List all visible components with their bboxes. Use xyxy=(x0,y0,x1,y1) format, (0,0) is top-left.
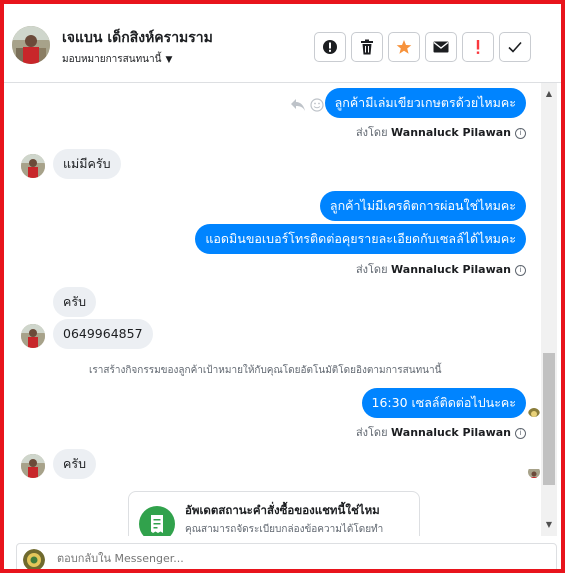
outgoing-message[interactable]: ลูกค้ามีเล่มเขียวเกษตรด้วยไหมคะ xyxy=(324,88,526,118)
email-button[interactable] xyxy=(425,32,457,62)
reply-icon[interactable] xyxy=(290,98,306,112)
scrollbar-thumb[interactable] xyxy=(543,353,555,485)
sender-name[interactable]: Wannaluck Pilawan xyxy=(391,126,511,139)
incoming-message[interactable]: ครับ xyxy=(53,449,97,479)
info-icon[interactable]: i xyxy=(515,264,526,276)
message-actions xyxy=(290,98,324,112)
star-icon xyxy=(396,40,412,54)
delete-button[interactable] xyxy=(351,32,383,62)
contact-avatar-small xyxy=(21,454,45,478)
page-avatar xyxy=(23,549,45,569)
scroll-down-arrow-icon[interactable]: ▼ xyxy=(541,516,557,532)
conversation-window: เจแบน เด็กสิงห์ครามราม มอบหมายการสนทนานี… xyxy=(0,0,565,573)
contact-avatar-small xyxy=(21,154,45,178)
conversation-header: เจแบน เด็กสิงห์ครามราม มอบหมายการสนทนานี… xyxy=(4,4,561,83)
outgoing-message[interactable]: 16:30 เซลล์ติดต่อไปนะคะ xyxy=(361,388,526,418)
outgoing-message[interactable]: แอดมินขอเบอร์โทรติดต่อคุยรายละเอียดกับเซ… xyxy=(195,224,526,254)
sender-name[interactable]: Wannaluck Pilawan xyxy=(391,263,511,276)
exclamation-circle-icon xyxy=(323,40,337,54)
sent-by-line: ส่งโดย Wannaluck Pilawan i xyxy=(356,123,526,141)
assign-conversation-dropdown[interactable]: มอบหมายการสนทนานี้ ▼ xyxy=(62,52,172,67)
info-icon[interactable]: i xyxy=(515,127,526,139)
mark-unread-button[interactable] xyxy=(314,32,346,62)
exclamation-icon xyxy=(476,40,480,54)
reply-input[interactable] xyxy=(57,544,537,569)
emoji-reaction-icon[interactable] xyxy=(310,98,324,112)
sent-by-line: ส่งโดย Wannaluck Pilawan i xyxy=(356,260,526,278)
receipt-icon xyxy=(139,506,175,536)
seen-indicator-avatar xyxy=(528,466,540,478)
sent-by-line: ส่งโดย Wannaluck Pilawan i xyxy=(356,423,526,441)
order-status-suggestion-card[interactable]: อัพเดตสถานะคำสั่งซื้อของแชทนี้ใช่ไหม คุณ… xyxy=(128,491,420,536)
scroll-up-arrow-icon[interactable]: ▲ xyxy=(541,85,557,101)
done-button[interactable] xyxy=(499,32,531,62)
incoming-message[interactable]: ครับ xyxy=(53,287,97,317)
incoming-message[interactable]: 0649964857 xyxy=(53,319,153,349)
sent-by-label: ส่งโดย xyxy=(355,263,388,276)
sent-by-label: ส่งโดย xyxy=(355,126,388,139)
spam-button[interactable] xyxy=(462,32,494,62)
reply-composer[interactable] xyxy=(16,543,557,569)
checkmark-icon xyxy=(508,41,522,53)
seen-indicator-avatar xyxy=(528,405,540,417)
contact-name[interactable]: เจแบน เด็กสิงห์ครามราม xyxy=(62,27,213,49)
caret-down-icon: ▼ xyxy=(165,55,173,65)
sender-name[interactable]: Wannaluck Pilawan xyxy=(391,426,511,439)
envelope-icon xyxy=(433,41,449,53)
sent-by-label: ส่งโดย xyxy=(355,426,388,439)
conversation-actions xyxy=(314,32,531,62)
message-feed[interactable]: ลูกค้ามีเล่มเขียวเกษตรด้วยไหมคะ ส่งโดย W… xyxy=(4,83,545,536)
trash-icon xyxy=(361,39,373,55)
incoming-message[interactable]: แม่มีครับ xyxy=(53,149,121,179)
contact-avatar-small xyxy=(21,324,45,348)
outgoing-message[interactable]: ลูกค้าไม่มีเครดิตการผ่อนใช่ไหมคะ xyxy=(319,191,526,221)
card-title: อัพเดตสถานะคำสั่งซื้อของแชทนี้ใช่ไหม xyxy=(185,503,380,517)
assign-label: มอบหมายการสนทนานี้ xyxy=(62,54,162,65)
card-body: คุณสามารถจัดระเบียบกล่องข้อความได้โดยทำ xyxy=(185,524,384,535)
contact-avatar[interactable] xyxy=(12,26,50,64)
system-note: เราสร้างกิจกรรมของลูกค้าเป้าหมายให้กับคุ… xyxy=(89,365,442,376)
info-icon[interactable]: i xyxy=(515,427,526,439)
star-button[interactable] xyxy=(388,32,420,62)
feed-scrollbar[interactable]: ▲ ▼ xyxy=(541,83,557,536)
